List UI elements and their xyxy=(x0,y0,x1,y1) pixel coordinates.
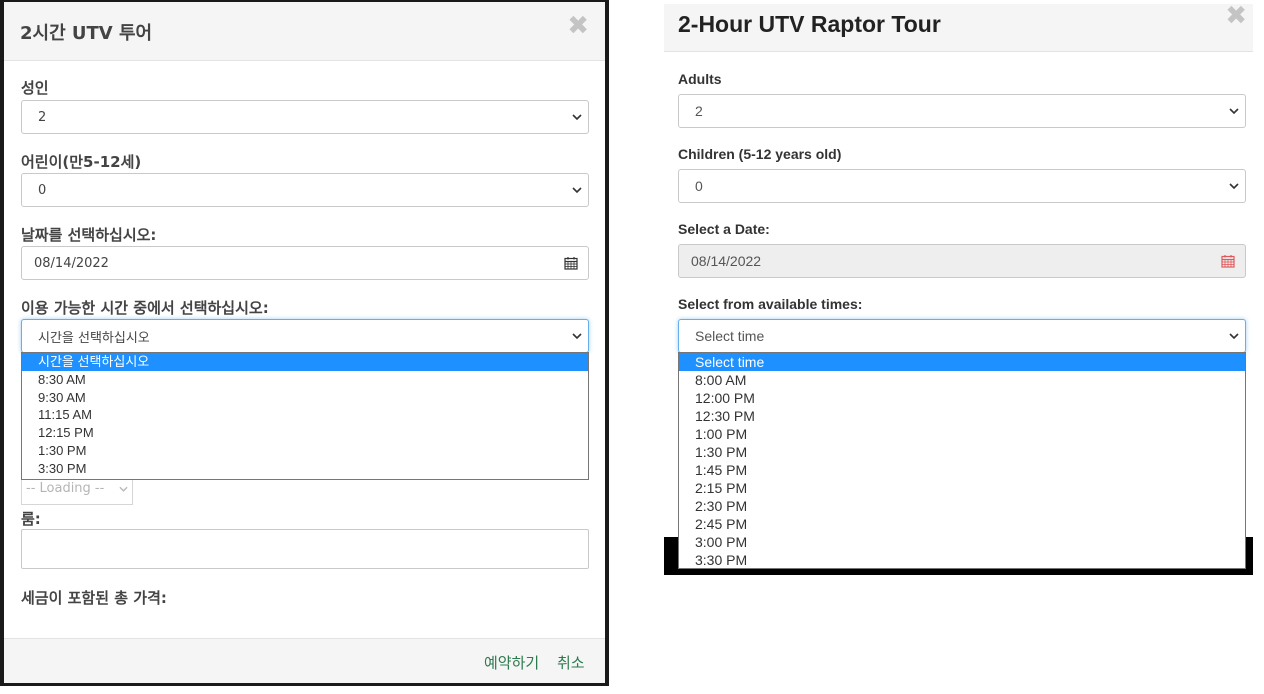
room-input[interactable] xyxy=(21,529,589,569)
adults-label: Adults xyxy=(678,71,722,87)
left-booking-modal: 2시간 UTV 투어 ✖ 성인 2 어린이(만5-12세) 0 날짜를 선택하십… xyxy=(4,2,605,683)
time-select[interactable]: 시간을 선택하십시오 xyxy=(21,319,589,353)
close-icon[interactable]: ✖ xyxy=(567,11,589,41)
left-modal-header: 2시간 UTV 투어 ✖ xyxy=(4,2,605,61)
time-select[interactable]: Select time xyxy=(678,319,1246,353)
chevron-down-icon xyxy=(1229,183,1239,190)
adults-select[interactable]: 2 xyxy=(21,100,589,134)
time-option[interactable]: 12:30 PM xyxy=(679,407,1245,425)
time-option[interactable]: 1:30 PM xyxy=(22,442,588,460)
time-option[interactable]: 3:00 PM xyxy=(679,533,1245,551)
right-time-dropdown-list: Select time 8:00 AM 12:00 PM 12:30 PM 1:00 P… xyxy=(678,352,1246,569)
calendar-icon[interactable] xyxy=(564,256,578,270)
time-option[interactable]: 3:30 PM xyxy=(22,460,588,478)
time-label: 이용 가능한 시간 중에서 선택하십시오: xyxy=(21,299,269,317)
children-value: 0 xyxy=(38,182,47,198)
left-modal-backdrop: 2시간 UTV 투어 ✖ 성인 2 어린이(만5-12세) 0 날짜를 선택하십… xyxy=(0,0,609,686)
date-label: 날짜를 선택하십시오: xyxy=(21,226,157,244)
children-label: Children (5-12 years old) xyxy=(678,146,842,162)
time-option[interactable]: 1:30 PM xyxy=(679,443,1245,461)
time-option[interactable]: 11:15 AM xyxy=(22,406,588,424)
date-input[interactable]: 08/14/2022 xyxy=(21,246,589,280)
time-option[interactable]: 8:30 AM xyxy=(22,371,588,389)
children-label: 어린이(만5-12세) xyxy=(21,153,142,171)
book-button[interactable]: 예약하기 xyxy=(484,652,539,673)
adults-label: 성인 xyxy=(21,79,49,97)
chevron-down-icon xyxy=(572,333,582,340)
children-select[interactable]: 0 xyxy=(21,173,589,207)
time-option[interactable]: Select time xyxy=(679,353,1245,371)
right-modal-title: 2-Hour UTV Raptor Tour xyxy=(678,11,941,37)
time-label: Select from available times: xyxy=(678,296,863,312)
adults-select[interactable]: 2 xyxy=(678,94,1246,128)
children-value: 0 xyxy=(695,178,703,194)
adults-value: 2 xyxy=(38,109,47,125)
date-label: Select a Date: xyxy=(678,221,770,237)
chevron-down-icon xyxy=(572,187,582,194)
children-select[interactable]: 0 xyxy=(678,169,1246,203)
time-option[interactable]: 12:15 PM xyxy=(22,424,588,442)
time-select-value: 시간을 선택하십시오 xyxy=(38,330,150,346)
adults-value: 2 xyxy=(695,103,703,119)
date-value: 08/14/2022 xyxy=(691,253,762,269)
time-option[interactable]: 2:15 PM xyxy=(679,479,1245,497)
calendar-icon[interactable] xyxy=(1221,254,1235,268)
left-modal-footer: 예약하기 취소 xyxy=(4,638,605,683)
chevron-down-icon xyxy=(119,486,128,492)
date-input[interactable]: 08/14/2022 xyxy=(678,244,1246,278)
time-option[interactable]: 1:45 PM xyxy=(679,461,1245,479)
loading-text: -- Loading -- xyxy=(26,481,105,496)
chevron-down-icon xyxy=(1229,108,1239,115)
chevron-down-icon xyxy=(572,114,582,121)
left-modal-title: 2시간 UTV 투어 xyxy=(20,23,153,44)
time-option[interactable]: 12:00 PM xyxy=(679,389,1245,407)
time-option[interactable]: 8:00 AM xyxy=(679,371,1245,389)
date-value: 08/14/2022 xyxy=(34,255,109,271)
time-option[interactable]: 3:30 PM xyxy=(679,551,1245,568)
time-option[interactable]: 2:45 PM xyxy=(679,515,1245,533)
right-modal-header: 2-Hour UTV Raptor Tour ✖ xyxy=(664,1,1253,52)
room-label: 룸: xyxy=(21,510,41,528)
close-icon[interactable]: ✖ xyxy=(1225,1,1247,31)
cancel-button[interactable]: 취소 xyxy=(557,652,585,673)
total-price-label: 세금이 포함된 총 가격: xyxy=(21,589,167,607)
time-option[interactable]: 9:30 AM xyxy=(22,389,588,407)
time-select-value: Select time xyxy=(695,328,765,344)
left-time-dropdown-list: 시간을 선택하십시오 8:30 AM 9:30 AM 11:15 AM 12:15 PM… xyxy=(21,352,589,480)
time-option[interactable]: 1:00 PM xyxy=(679,425,1245,443)
time-option[interactable]: 2:30 PM xyxy=(679,497,1245,515)
time-option[interactable]: 시간을 선택하십시오 xyxy=(22,353,588,371)
chevron-down-icon xyxy=(1229,333,1239,340)
